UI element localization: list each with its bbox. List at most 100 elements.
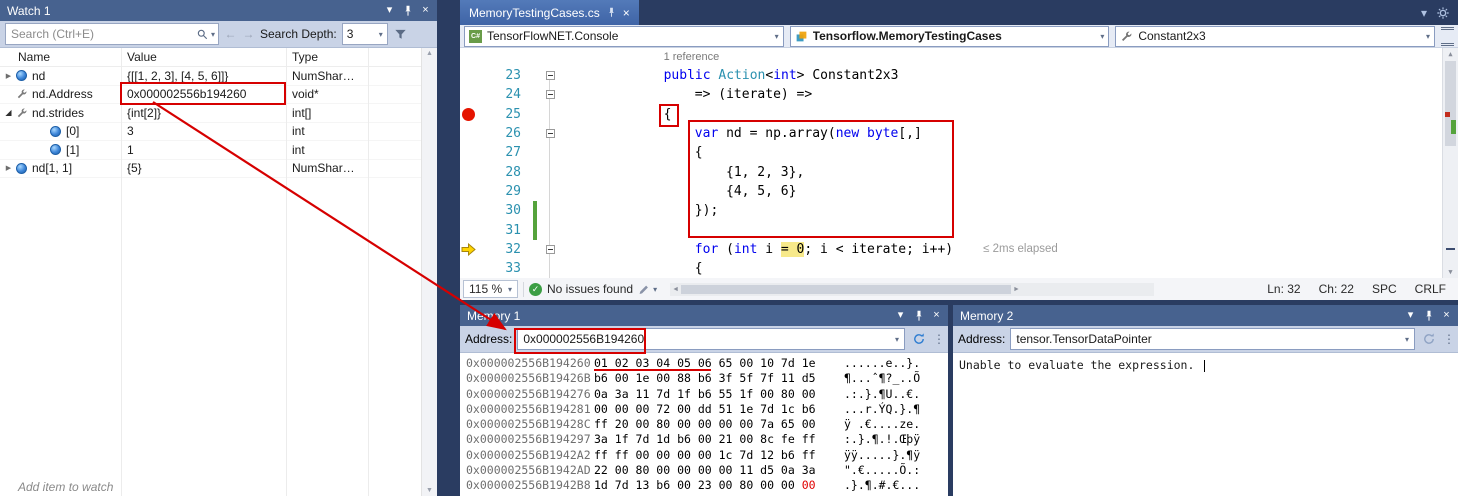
watch-row--1-[interactable]: [1]1int	[0, 141, 437, 160]
member-dropdown[interactable]: Constant2x3 ▾	[1115, 26, 1435, 47]
search-next-icon[interactable]: →	[242, 27, 255, 41]
pin-icon[interactable]	[399, 3, 416, 19]
watch-row-nd[interactable]: ▶nd{[[1, 2, 3], [4, 5, 6]]}NumShar…	[0, 67, 437, 86]
watch-row-nd-address[interactable]: nd.Address0x000002556b194260void*	[0, 86, 437, 105]
memory-row[interactable]: 0x000002556B1942A2ff ff 00 00 00 00 1c 7…	[466, 448, 948, 463]
pin-icon[interactable]	[910, 308, 927, 324]
code-line-24[interactable]: 24=> (iterate) =>	[460, 85, 1458, 104]
close-icon[interactable]: ×	[1438, 308, 1455, 324]
status-spaces-mode[interactable]: SPC	[1363, 282, 1406, 296]
column-divider[interactable]	[121, 48, 122, 496]
code-text[interactable]: var nd = np.array(new byte[,]	[558, 126, 1458, 141]
watch-value[interactable]: 3	[121, 123, 286, 141]
breakpoint-margin[interactable]	[460, 220, 478, 239]
codelens-references[interactable]: 1 reference	[664, 51, 720, 63]
memory-row[interactable]: 0x000002556B1942AD22 00 80 00 00 00 00 1…	[466, 463, 948, 478]
tab-pin-icon[interactable]	[606, 7, 617, 18]
pin-icon[interactable]	[1420, 308, 1437, 324]
project-dropdown[interactable]: C# TensorFlowNET.Console ▾	[464, 26, 784, 47]
code-editor[interactable]: 1 reference 23public Action<int> Constant…	[460, 48, 1458, 278]
scroll-up-icon[interactable]: ▲	[426, 50, 433, 57]
code-text[interactable]: {	[558, 107, 1458, 122]
refresh-icon[interactable]	[910, 330, 928, 348]
breakpoint-margin[interactable]	[460, 182, 478, 201]
search-options-chevron-icon[interactable]: ▾	[211, 30, 215, 39]
scroll-left-icon[interactable]: ◄	[672, 286, 679, 293]
code-line-32[interactable]: 32for (int i = 0; i < iterate; i++)≤ 2ms…	[460, 240, 1458, 259]
gear-icon[interactable]	[1436, 6, 1450, 20]
close-icon[interactable]: ×	[928, 308, 945, 324]
column-divider[interactable]	[286, 48, 287, 496]
watch-row-nd-strides[interactable]: ◢nd.strides{int[2]}int[]	[0, 104, 437, 123]
code-line-27[interactable]: 27{	[460, 143, 1458, 162]
watch-value[interactable]: 0x000002556b194260	[121, 86, 286, 104]
watch-search-box[interactable]: ▾	[5, 23, 219, 45]
code-text[interactable]: {1, 2, 3},	[558, 165, 1458, 180]
memory-row[interactable]: 0x000002556B1942B81d 7d 13 b6 00 23 00 8…	[466, 478, 948, 493]
filter-icon[interactable]	[393, 27, 408, 42]
column-header-value[interactable]: Value	[121, 50, 286, 64]
scroll-down-icon[interactable]: ▼	[426, 487, 433, 494]
code-text[interactable]: {4, 5, 6}	[558, 184, 1458, 199]
memory2-message-area[interactable]: Unable to evaluate the expression.	[953, 353, 1458, 496]
status-line-ending[interactable]: CRLF	[1406, 282, 1455, 296]
code-line-29[interactable]: 29{4, 5, 6}	[460, 182, 1458, 201]
breakpoint-margin[interactable]	[460, 85, 478, 104]
tree-expander-icon[interactable]: ▶	[2, 164, 15, 172]
issues-indicator[interactable]: ✓ No issues found	[529, 282, 633, 296]
memory-row[interactable]: 0x000002556B1942973a 1f 7d 1d b6 00 21 0…	[466, 432, 948, 447]
current-statement-arrow-icon[interactable]	[460, 240, 478, 259]
code-line-28[interactable]: 28{1, 2, 3},	[460, 162, 1458, 181]
scroll-up-icon[interactable]: ▲	[1443, 50, 1458, 58]
fold-collapse-icon[interactable]	[546, 129, 555, 138]
breakpoint-margin[interactable]	[460, 259, 478, 278]
code-text[interactable]: public Action<int> Constant2x3	[558, 68, 1458, 83]
code-line-31[interactable]: 31	[460, 220, 1458, 239]
watch-value[interactable]: {[[1, 2, 3], [4, 5, 6]]}	[121, 67, 286, 85]
search-depth-combo[interactable]: 3 ▾	[342, 23, 388, 45]
watch-value[interactable]: {int[2]}	[121, 104, 286, 122]
code-line-23[interactable]: 23public Action<int> Constant2x3	[460, 66, 1458, 85]
column-divider[interactable]	[368, 48, 369, 496]
breakpoint-margin[interactable]	[460, 124, 478, 143]
breakpoint-margin[interactable]	[460, 66, 478, 85]
toolbar-overflow-icon[interactable]: ⋮	[1443, 332, 1453, 346]
scroll-right-icon[interactable]: ►	[1013, 286, 1020, 293]
code-line-26[interactable]: 26var nd = np.array(new byte[,]	[460, 124, 1458, 143]
watch-value[interactable]: {5}	[121, 160, 286, 178]
add-item-to-watch-row[interactable]: Add item to watch	[0, 479, 437, 496]
window-position-chevron-icon[interactable]: ▾	[381, 3, 398, 19]
code-text[interactable]: {	[558, 261, 1458, 276]
code-text[interactable]: {	[558, 145, 1458, 160]
code-text[interactable]: });	[558, 203, 1458, 218]
tab-memorytestingcases[interactable]: MemoryTestingCases.cs ×	[460, 0, 639, 25]
code-text[interactable]: => (iterate) =>	[558, 87, 1458, 102]
breakpoint-margin[interactable]	[460, 162, 478, 181]
memory-row[interactable]: 0x000002556B19426Bb6 00 1e 00 88 b6 3f 5…	[466, 371, 948, 386]
code-text[interactable]: for (int i = 0; i < iterate; i++)≤ 2ms e…	[558, 242, 1458, 257]
window-position-chevron-icon[interactable]: ▾	[1402, 308, 1419, 324]
zoom-dropdown[interactable]: 115 % ▾	[463, 280, 518, 298]
code-cleanup-button[interactable]: ▾	[638, 283, 657, 296]
watch-value[interactable]: 1	[121, 141, 286, 159]
refresh-icon[interactable]	[1420, 330, 1438, 348]
search-prev-icon[interactable]: ←	[224, 27, 237, 41]
tab-close-icon[interactable]: ×	[623, 6, 630, 20]
type-dropdown[interactable]: Tensorflow.MemoryTestingCases ▾	[790, 26, 1110, 47]
column-header-name[interactable]: Name	[0, 50, 121, 64]
window-position-chevron-icon[interactable]: ▾	[892, 308, 909, 324]
code-line-30[interactable]: 30});	[460, 201, 1458, 220]
fold-collapse-icon[interactable]	[546, 90, 555, 99]
watch-row--0-[interactable]: [0]3int	[0, 123, 437, 142]
column-header-type[interactable]: Type	[286, 50, 437, 64]
editor-vertical-scrollbar[interactable]: ▲ ▼	[1442, 48, 1458, 278]
memory-row[interactable]: 0x000002556B19428100 00 00 72 00 dd 51 1…	[466, 402, 948, 417]
scroll-down-icon[interactable]: ▼	[1443, 268, 1458, 276]
memory1-dump[interactable]: 0x000002556B19426001 02 03 04 05 06 65 0…	[460, 353, 948, 496]
memory-row[interactable]: 0x000002556B1942760a 3a 11 7d 1f b6 55 1…	[466, 387, 948, 402]
memory-row[interactable]: 0x000002556B19428Cff 20 00 80 00 00 00 0…	[466, 417, 948, 432]
toolbar-overflow-icon[interactable]: ⋮	[933, 332, 943, 346]
code-line-25[interactable]: 25{	[460, 105, 1458, 124]
breakpoint-icon[interactable]	[462, 108, 475, 121]
fold-collapse-icon[interactable]	[546, 71, 555, 80]
